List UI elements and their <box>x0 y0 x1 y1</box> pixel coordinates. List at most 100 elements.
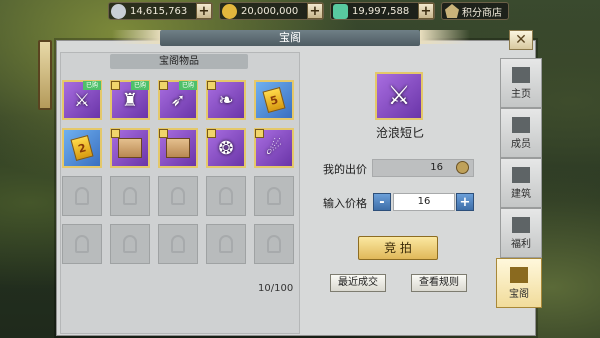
points-shop-button[interactable]: 积分商店 <box>441 2 509 20</box>
jade-currency: 19,997,588 + <box>330 2 435 20</box>
empty-slot-icon <box>171 235 185 253</box>
currency-bar: 14,615,763 + 20,000,000 + 19,997,588 + 积… <box>108 2 509 20</box>
purchased-badge: 已购 <box>179 81 197 90</box>
scroll-icon <box>118 138 142 158</box>
empty-slot-icon <box>219 235 233 253</box>
tab-members[interactable]: 成员 <box>500 108 542 158</box>
empty-slot-icon <box>123 187 137 205</box>
bracer-icon: ❧ <box>218 89 234 111</box>
add-silver-button[interactable]: + <box>196 3 212 19</box>
welfare-icon <box>512 216 530 233</box>
item-name: 沧浪短匕 <box>375 126 424 140</box>
coin-icon: 2 <box>70 135 94 161</box>
empty-slot-icon <box>75 235 89 253</box>
inventory-item-coin[interactable]: 2 <box>62 128 102 168</box>
tab-buildings-label: 建筑 <box>511 188 531 200</box>
empty-slot-icon <box>267 235 281 253</box>
inventory-item-armor[interactable]: ♜ 已购 <box>110 80 150 120</box>
empty-slot-icon <box>219 187 233 205</box>
window-title: 宝阁 <box>160 30 420 46</box>
empty-slot[interactable] <box>206 176 246 216</box>
home-icon <box>512 66 530 83</box>
tab-members-label: 成员 <box>511 138 531 150</box>
inventory-item-amulet[interactable]: ☄ <box>254 128 294 168</box>
members-icon <box>512 116 530 133</box>
tag-icon <box>159 129 168 138</box>
tag-icon <box>111 81 120 90</box>
increase-price-button[interactable]: + <box>456 193 474 211</box>
empty-slot-icon <box>171 187 185 205</box>
pouch-icon: ❂ <box>218 137 234 159</box>
empty-slot[interactable] <box>62 224 102 264</box>
gold-coin-icon <box>222 3 237 19</box>
silver-amount: 14,615,763 <box>130 5 188 17</box>
shop-icon <box>445 4 459 18</box>
inventory-item-pouch[interactable]: ❂ <box>206 128 246 168</box>
amulet-icon: ☄ <box>265 137 283 159</box>
tag-icon <box>159 81 168 90</box>
decrease-price-button[interactable]: - <box>373 193 391 211</box>
bid-coin-icon <box>456 161 469 174</box>
lantern-decoration <box>38 40 52 110</box>
tag-icon <box>207 129 216 138</box>
view-rules-button[interactable]: 查看规则 <box>411 274 467 292</box>
coin-icon: 5 <box>262 87 286 113</box>
gold-currency: 20,000,000 + <box>219 2 324 20</box>
tab-buildings[interactable]: 建筑 <box>500 158 542 208</box>
scroll-icon <box>166 138 190 158</box>
empty-slot[interactable] <box>158 224 198 264</box>
inventory-item-coin[interactable]: 5 <box>254 80 294 120</box>
inventory-item-bracer[interactable]: ❧ <box>206 80 246 120</box>
add-jade-button[interactable]: + <box>418 3 434 19</box>
empty-slot[interactable] <box>110 176 150 216</box>
dagger-icon: ⚔ <box>73 89 91 111</box>
empty-slot-icon <box>75 187 89 205</box>
tag-icon <box>255 129 264 138</box>
jade-amount: 19,997,588 <box>352 5 410 17</box>
treasure-icon <box>510 266 528 283</box>
tag-icon <box>111 129 120 138</box>
inventory-item-scroll[interactable] <box>158 128 198 168</box>
tab-home-label: 主页 <box>511 88 531 100</box>
tab-welfare-label: 福利 <box>511 238 531 250</box>
empty-slot[interactable] <box>110 224 150 264</box>
tab-treasure-label: 宝阁 <box>509 288 529 300</box>
auction-button[interactable]: 竞 拍 <box>358 236 438 260</box>
inventory-grid: ⚔ 已购 ♜ 已购 ➶ 已购 ❧ 5 2 ❂ ☄ <box>62 80 294 264</box>
title-ornament-right <box>420 30 470 44</box>
empty-slot[interactable] <box>206 224 246 264</box>
purchased-badge: 已购 <box>83 81 101 90</box>
tab-home[interactable]: 主页 <box>500 58 542 108</box>
title-ornament-left <box>112 30 162 44</box>
jade-icon <box>333 3 348 19</box>
tab-welfare[interactable]: 福利 <box>500 208 542 258</box>
inventory-item-scroll[interactable] <box>110 128 150 168</box>
empty-slot[interactable] <box>62 176 102 216</box>
tab-treasure[interactable]: 宝阁 <box>496 258 542 308</box>
inventory-item-dagger[interactable]: ⚔ 已购 <box>62 80 102 120</box>
empty-slot[interactable] <box>158 176 198 216</box>
side-tabs: 主页 成员 建筑 福利 宝阁 <box>496 58 542 308</box>
silver-currency: 14,615,763 + <box>108 2 213 20</box>
empty-slot[interactable] <box>254 224 294 264</box>
building-icon <box>512 166 530 183</box>
gold-amount: 20,000,000 <box>241 5 299 17</box>
purchased-badge: 已购 <box>131 81 149 90</box>
price-input[interactable]: 16 <box>393 193 455 211</box>
dagger-icon: ⚔ <box>387 81 411 111</box>
input-price-label: 输入价格 <box>323 197 367 210</box>
inventory-title: 宝阁物品 <box>110 54 248 69</box>
recent-deals-button[interactable]: 最近成交 <box>330 274 386 292</box>
spear-icon: ➶ <box>170 89 186 111</box>
armor-icon: ♜ <box>121 89 139 111</box>
tag-icon <box>207 81 216 90</box>
empty-slot[interactable] <box>254 176 294 216</box>
points-shop-label: 积分商店 <box>462 7 502 19</box>
add-gold-button[interactable]: + <box>307 3 323 19</box>
close-button[interactable]: ✕ <box>509 30 533 50</box>
empty-slot-icon <box>123 235 137 253</box>
selected-item-dagger[interactable]: ⚔ <box>375 72 423 120</box>
empty-slot-icon <box>267 187 281 205</box>
inventory-item-spear[interactable]: ➶ 已购 <box>158 80 198 120</box>
my-bid-label: 我的出价 <box>323 163 367 176</box>
